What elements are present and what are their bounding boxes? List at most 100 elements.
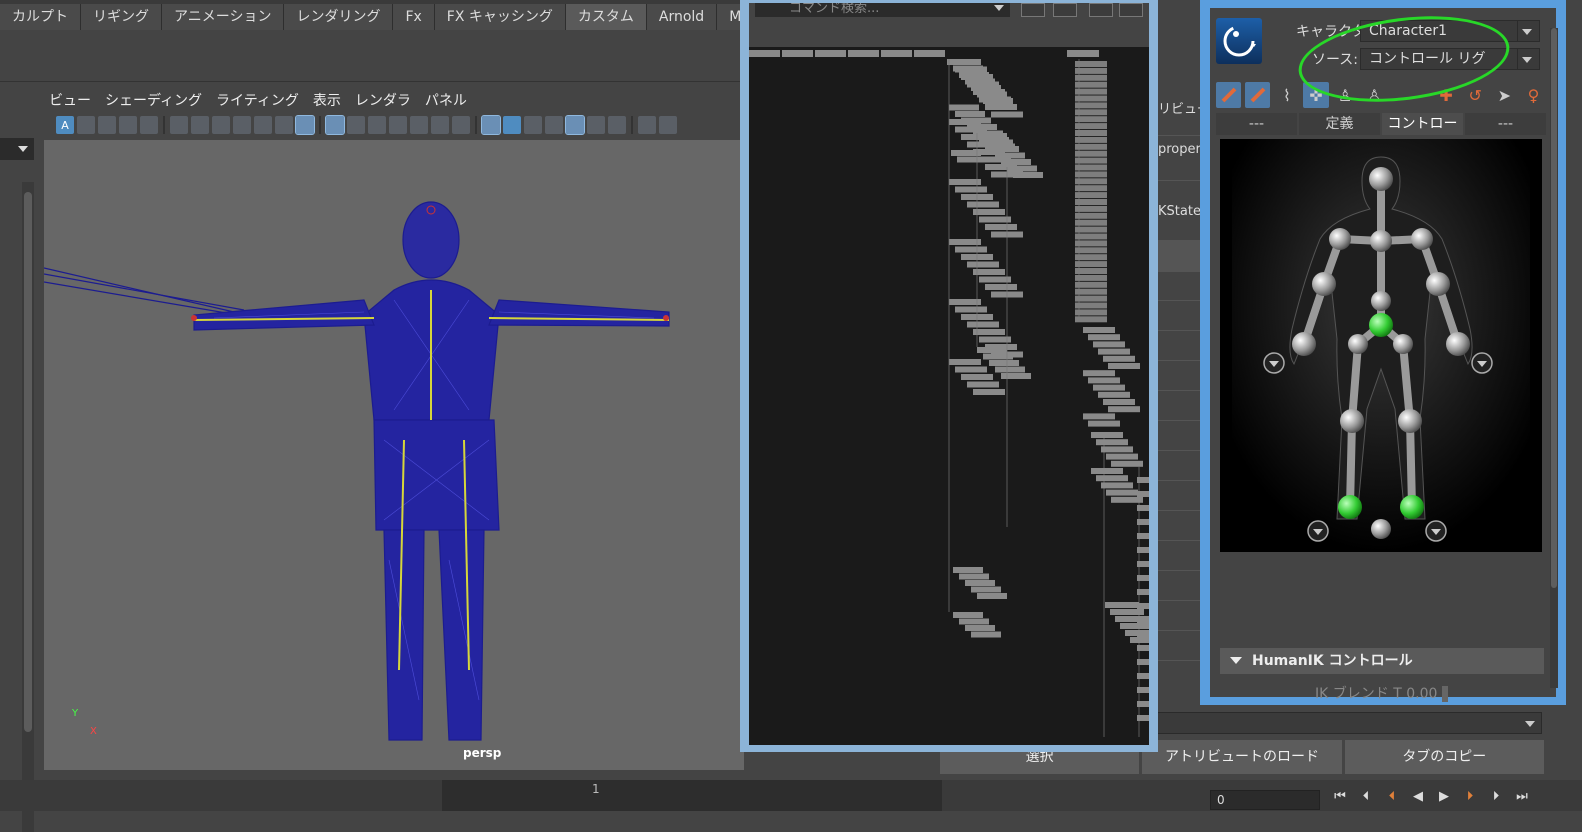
graph-node[interactable] [967, 261, 999, 268]
graph-node[interactable] [815, 50, 846, 57]
graph-node[interactable] [1103, 399, 1135, 405]
graph-node[interactable] [1108, 363, 1140, 369]
graph-node[interactable] [955, 111, 985, 117]
graph-node[interactable] [1067, 50, 1099, 57]
camera-2-icon[interactable] [212, 116, 230, 134]
graph-node[interactable] [1075, 192, 1107, 199]
graph-node[interactable] [1137, 673, 1149, 679]
bookmark-icon[interactable] [98, 116, 116, 134]
graph-node[interactable] [1108, 406, 1140, 413]
graph-node[interactable] [979, 216, 1011, 223]
menu-lighting[interactable]: ライティング [209, 90, 306, 112]
go-to-start-icon[interactable]: ⏮ [1330, 788, 1350, 806]
shelf-tab[interactable]: カスタム [565, 4, 647, 30]
joint-rank[interactable] [1400, 495, 1424, 519]
graph-node[interactable] [1083, 327, 1115, 333]
next-key-icon[interactable]: ⏵ [1460, 788, 1480, 806]
graph-node[interactable] [1075, 261, 1107, 268]
graph-node[interactable] [965, 580, 995, 586]
graph-node[interactable] [1111, 496, 1143, 503]
graph-node[interactable] [1083, 413, 1115, 420]
menu-show[interactable]: 表示 [306, 90, 348, 112]
tab-definition[interactable]: 定義 [1299, 113, 1380, 135]
bookmark-2-icon[interactable] [233, 116, 251, 134]
humanik-scrollbar[interactable] [1550, 28, 1558, 688]
graph-node[interactable] [949, 119, 981, 125]
graph-node[interactable] [1096, 475, 1128, 482]
graph-node[interactable] [985, 164, 1017, 170]
tab-blank-2[interactable]: --- [1465, 113, 1546, 135]
arrow-icon[interactable]: ➤ [1492, 82, 1517, 108]
graph-node[interactable] [1075, 288, 1107, 295]
graph-node[interactable] [1075, 157, 1107, 164]
graph-node[interactable] [782, 50, 813, 57]
graph-node[interactable] [967, 201, 999, 208]
graph-node[interactable] [1120, 623, 1149, 629]
tab-blank-1[interactable]: --- [1216, 113, 1297, 135]
graph-node[interactable] [1075, 164, 1107, 171]
shadow-icon[interactable] [608, 116, 626, 134]
graph-node[interactable] [1137, 505, 1149, 511]
bone-tool-icon[interactable] [1216, 82, 1242, 108]
graph-node[interactable] [1110, 609, 1144, 615]
graph-node[interactable] [1075, 81, 1107, 88]
reset-icon[interactable]: ↺ [1463, 82, 1488, 108]
graph-node[interactable] [985, 284, 1017, 290]
graph-node[interactable] [955, 186, 987, 193]
go-to-end-icon[interactable]: ⏭ [1512, 788, 1532, 806]
current-frame-field[interactable]: 0 [1210, 790, 1320, 810]
graph-node[interactable] [1075, 199, 1107, 205]
camera-icon[interactable] [170, 116, 188, 134]
graph-node[interactable] [1093, 384, 1125, 391]
safe-action-icon[interactable] [431, 116, 449, 134]
graph-node[interactable] [1137, 687, 1149, 693]
time-slider[interactable] [442, 780, 942, 811]
humanik-body-map[interactable] [1220, 139, 1542, 552]
graph-node[interactable] [1075, 67, 1107, 74]
joint-lsh[interactable] [1329, 228, 1351, 250]
graph-node[interactable] [1075, 130, 1107, 136]
graph-node[interactable] [991, 111, 1023, 118]
graph-node[interactable] [967, 81, 999, 88]
joint-mid[interactable] [1371, 519, 1391, 539]
graph-node[interactable] [749, 50, 780, 57]
pencil-icon[interactable] [295, 115, 315, 135]
graph-node[interactable] [1075, 274, 1107, 281]
graph-node[interactable] [1137, 589, 1149, 595]
ik-blend-slider[interactable] [1441, 686, 1448, 702]
play-icon[interactable]: ▶ [1434, 788, 1454, 806]
graph-node[interactable] [1137, 491, 1149, 497]
graph-node[interactable] [979, 276, 1011, 283]
graph-node[interactable] [967, 141, 999, 148]
joint-lel[interactable] [1312, 272, 1336, 296]
graph-node[interactable] [971, 631, 1001, 638]
node-search-input[interactable]: コマンド検索... [755, 3, 1010, 17]
joint-rsh[interactable] [1411, 228, 1433, 250]
collapse-icon[interactable] [1053, 3, 1077, 17]
graph-node[interactable] [1075, 185, 1107, 192]
graph-node[interactable] [959, 573, 989, 580]
gizmo-icon[interactable] [275, 116, 293, 134]
graph-node[interactable] [1101, 482, 1133, 489]
attribute-notes-field[interactable] [1150, 712, 1542, 734]
graph-node[interactable] [949, 179, 981, 185]
gate-mask-icon[interactable] [389, 116, 407, 134]
graph-node[interactable] [1075, 226, 1107, 233]
shelf-tab[interactable]: カルプト [0, 4, 81, 30]
graph-node[interactable] [1093, 341, 1125, 348]
film-icon[interactable] [347, 116, 365, 134]
graph-node[interactable] [1075, 240, 1107, 247]
graph-node[interactable] [1103, 355, 1135, 362]
skeleton-icon[interactable]: ⌇ [1274, 82, 1299, 108]
graph-node[interactable] [848, 50, 879, 57]
graph-node[interactable] [973, 149, 1005, 155]
graph-node[interactable] [1137, 659, 1149, 665]
graph-node[interactable] [995, 366, 1025, 373]
grease-pencil-icon[interactable] [254, 116, 272, 134]
graph-node[interactable] [1091, 432, 1123, 438]
node-graph[interactable] [749, 47, 1149, 745]
shelf-tab[interactable]: リギング [81, 4, 162, 30]
graph-node[interactable] [1137, 477, 1149, 483]
graph-node[interactable] [1075, 171, 1107, 178]
graph-node[interactable] [1075, 143, 1107, 150]
